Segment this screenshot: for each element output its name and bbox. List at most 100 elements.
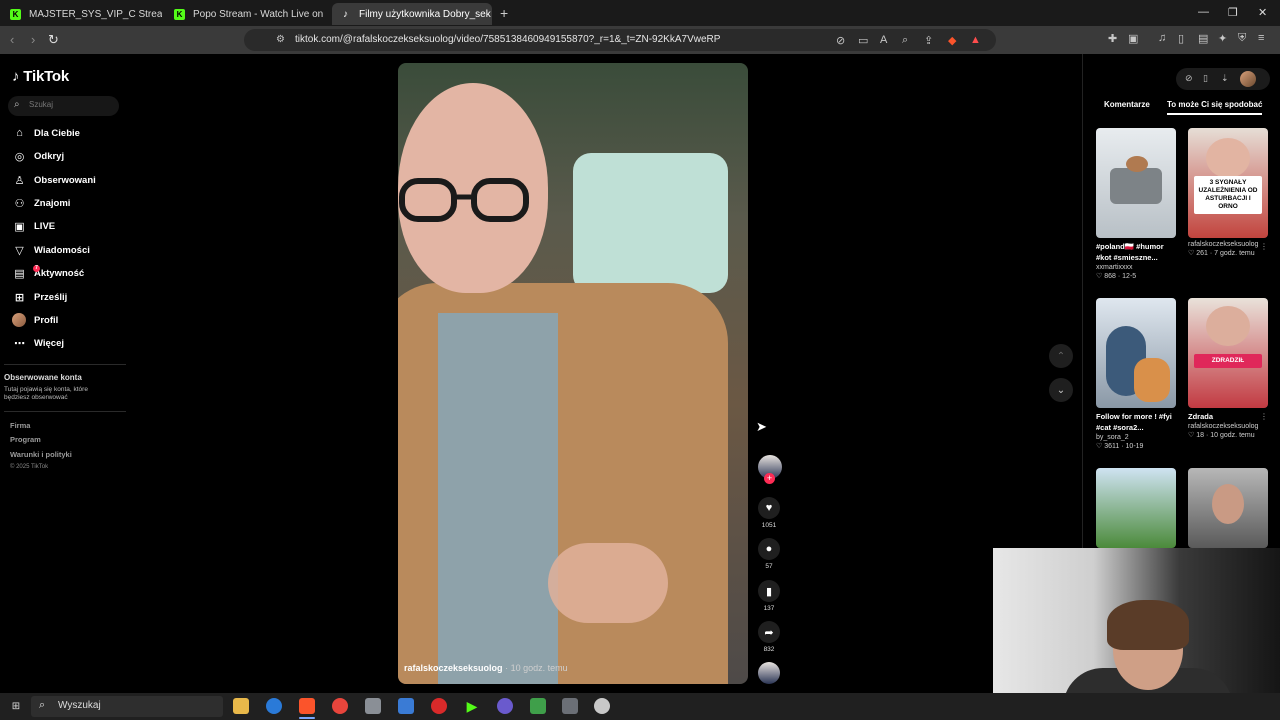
send-icon: ▽ (15, 244, 24, 257)
settings-icon[interactable]: ⊘ (1185, 73, 1193, 84)
minimize-icon[interactable]: — (1198, 6, 1209, 18)
avatar[interactable] (1240, 71, 1256, 87)
save-button[interactable]: ▮ 137 (758, 580, 780, 612)
app-icon[interactable] (562, 698, 578, 714)
tab-comments[interactable]: Komentarze (1104, 100, 1150, 109)
media-icon[interactable]: ⊘ (836, 34, 845, 47)
share-icon[interactable]: ⇪ (924, 34, 933, 47)
video-author[interactable]: rafalskoczekseksuolog · 10 godz. temu (404, 663, 568, 673)
brave-icon[interactable] (299, 698, 315, 714)
nav-for-you[interactable]: ⌂ Dla Ciebie (12, 123, 80, 143)
site-info-icon[interactable]: ⚙ (276, 34, 285, 45)
browser-tab[interactable]: K Popo Stream - Watch Live on Kick (166, 3, 326, 25)
windows-start-icon[interactable]: ⊞ (8, 698, 24, 714)
url-field[interactable]: ⚙ tiktok.com/@rafalskoczekseksuolog/vide… (244, 29, 996, 51)
video-thumbnail[interactable] (1096, 128, 1176, 238)
panel-toolbar: ⊘ ▯ ⇣ (1176, 68, 1270, 90)
nav-more[interactable]: ⋯ Więcej (12, 333, 64, 353)
browser-tab-active[interactable]: ♪ Filmy użytkownika Dobry_sek ✕ (332, 3, 492, 25)
share-button[interactable]: ➦ 832 (758, 621, 780, 653)
chrome-icon[interactable] (332, 698, 348, 714)
video-card[interactable] (1096, 468, 1176, 548)
zoom-icon[interactable]: ⌕ (902, 34, 908, 47)
close-tab-icon[interactable]: ✕ (491, 8, 492, 21)
video-card[interactable]: ZDRADZIŁ Zdrada ⋮ rafalskoczekseksuolog … (1188, 298, 1268, 439)
restore-icon[interactable]: ❐ (1228, 6, 1238, 19)
reload-icon[interactable]: ↻ (48, 32, 59, 48)
file-explorer-icon[interactable] (233, 698, 249, 714)
discord-icon[interactable] (497, 698, 513, 714)
nav-messages[interactable]: ▽ Wiadomości (12, 240, 90, 260)
video-thumbnail[interactable] (1188, 468, 1268, 548)
comment-button[interactable]: ● 57 (758, 538, 780, 570)
nav-live[interactable]: ▣ LIVE (12, 216, 55, 236)
app-icon[interactable] (594, 698, 610, 714)
footer-link[interactable]: Warunki i polityki (10, 450, 72, 459)
next-video-button[interactable]: ⌄ (1049, 378, 1073, 402)
cast-icon[interactable]: ▭ (858, 34, 868, 47)
browser-tab[interactable]: K MAJSTER_SYS_VIP_C Stream - Watch (2, 3, 162, 25)
back-icon[interactable]: ‹ (10, 32, 14, 47)
close-window-icon[interactable]: ✕ (1258, 6, 1267, 19)
speaker-icon: ♪ (343, 8, 348, 20)
card-author[interactable]: rafalskoczekseksuolog (1188, 241, 1268, 248)
video-card[interactable] (1188, 468, 1268, 548)
leo-icon[interactable]: ✦ (1218, 32, 1227, 45)
brave-rewards-icon[interactable]: ▲ (970, 34, 981, 46)
video-card[interactable]: Follow for more ! #fyi #cat #sora2... by… (1096, 298, 1176, 450)
activity-icon: ▤ 7 (12, 264, 40, 280)
nav-following[interactable]: ♙ Obserwowani (12, 170, 96, 190)
creator-avatar[interactable]: + (758, 455, 782, 484)
video-card[interactable]: #poland🇵🇱 #humor #kot #smieszne... xxmar… (1096, 128, 1176, 280)
video-thumbnail[interactable] (1096, 468, 1176, 548)
card-author[interactable]: rafalskoczekseksuolog (1188, 423, 1268, 430)
tiktok-logo[interactable]: ♪ TikTok (12, 68, 69, 85)
nav-friends[interactable]: ⚇ Znajomi (12, 193, 71, 213)
card-author[interactable]: by_sora_2 (1096, 434, 1176, 441)
capcut-icon[interactable] (398, 698, 414, 714)
new-tab-button[interactable]: + (500, 5, 508, 21)
follow-plus-icon[interactable]: + (764, 473, 775, 484)
sound-avatar[interactable] (758, 662, 780, 684)
tab-you-may-like[interactable]: To może Ci się spodobać (1167, 100, 1263, 115)
like-button[interactable]: ♥ 1051 (758, 497, 780, 529)
card-meta: ♡ 3611 · 10-19 (1096, 443, 1144, 450)
download-icon[interactable]: ⇣ (1221, 73, 1229, 84)
followed-accounts-heading: Obserwowane konta (4, 373, 82, 382)
reader-icon[interactable]: ▯ (1178, 32, 1184, 45)
taskbar-search[interactable]: ⌕ Wyszukaj (31, 696, 223, 717)
menu-icon[interactable]: ≡ (1258, 32, 1264, 44)
divider (4, 364, 126, 365)
nav-upload[interactable]: ⊞ Prześlij (12, 287, 67, 307)
video-thumbnail[interactable] (1096, 298, 1176, 408)
nav-profile[interactable]: Profil (12, 310, 58, 330)
translate-icon[interactable]: A (880, 34, 887, 46)
brave-shield-icon[interactable]: ◆ (948, 34, 956, 47)
edge-icon[interactable] (266, 698, 282, 714)
video-player[interactable]: rafalskoczekseksuolog · 10 godz. temu (398, 63, 748, 684)
vpn-icon[interactable]: ⛨ (1238, 32, 1246, 45)
video-thumbnail[interactable]: ZDRADZIŁ (1188, 298, 1268, 408)
search-input[interactable]: ⌕ Szukaj (8, 96, 119, 116)
footer-link[interactable]: Firma (10, 421, 30, 430)
previous-video-button[interactable]: ⌃ (1049, 344, 1073, 368)
wallet-icon[interactable]: ▤ (1198, 32, 1208, 45)
forward-icon[interactable]: › (31, 32, 35, 47)
more-options-icon[interactable]: ⋮ (1260, 242, 1268, 251)
play-icon[interactable]: ▶ (464, 698, 480, 714)
device-icon[interactable]: ▯ (1203, 73, 1208, 84)
video-thumbnail[interactable]: 3 SYGNAŁY UZALEŻNIENIA OD ASTURBACJI I O… (1188, 128, 1268, 238)
music-icon[interactable]: ♫ (1158, 32, 1166, 44)
extensions-icon[interactable]: ✚ (1108, 32, 1117, 45)
app-icon[interactable] (365, 698, 381, 714)
app-icon[interactable] (530, 698, 546, 714)
video-card[interactable]: 3 SYGNAŁY UZALEŻNIENIA OD ASTURBACJI I O… (1188, 128, 1268, 257)
nav-explore[interactable]: ◎ Odkryj (12, 146, 64, 166)
footer-link[interactable]: Program (10, 435, 41, 444)
sidebar-icon[interactable]: ▣ (1128, 32, 1138, 45)
nav-activity[interactable]: ▤ 7 Aktywność (12, 263, 84, 283)
more-options-icon[interactable]: ⋮ (1260, 412, 1268, 421)
card-author[interactable]: xxmartixxxx (1096, 264, 1176, 271)
live-icon: ▣ (14, 220, 25, 233)
obs-icon[interactable] (431, 698, 447, 714)
